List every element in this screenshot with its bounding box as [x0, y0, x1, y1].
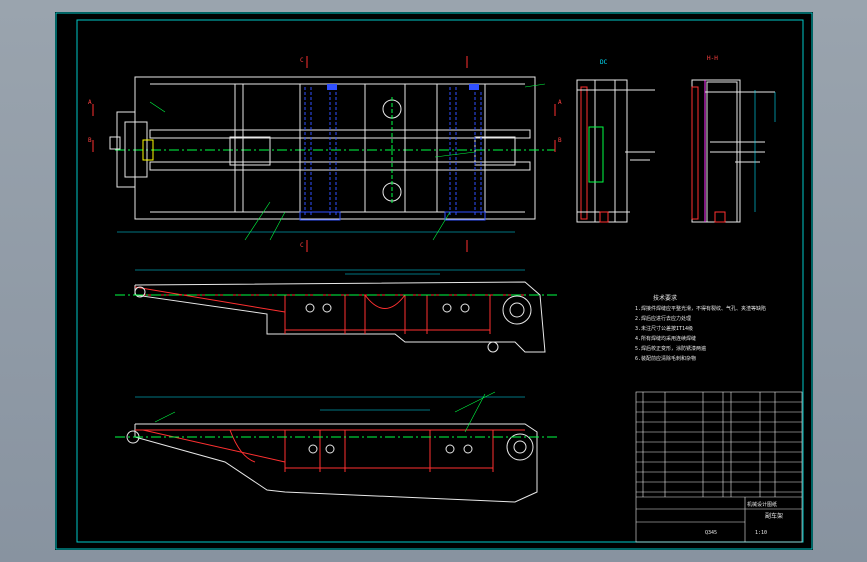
cad-drawing: A B A B C C DC H-H 技术要求 1.焊接件焊缝应平整光滑，不得有…: [55, 12, 813, 550]
section-mark-a-right: A: [558, 99, 562, 106]
note-line-2: 2.焊后应进行去应力处理: [635, 315, 691, 322]
title-block-material: Q345: [705, 530, 717, 536]
section-mark-c-top: C: [300, 57, 304, 64]
title-block-scale: 1:10: [755, 530, 767, 536]
title-block-drawing-name: 副车架: [765, 512, 783, 520]
cad-viewport[interactable]: A B A B C C DC H-H 技术要求 1.焊接件焊缝应平整光滑，不得有…: [0, 0, 867, 562]
note-line-3: 3.未注尺寸公差按IT14级: [635, 325, 693, 332]
section-view-dc: DC: [576, 59, 655, 223]
title-block-company: 机械设计图纸: [747, 501, 777, 508]
detail-label-hh: H-H: [707, 55, 718, 62]
note-line-6: 6.装配前应清除毛刺和杂物: [635, 355, 696, 362]
plan-view: A B A B C C: [88, 56, 562, 252]
note-line-5: 5.焊后校正变形，涂防锈漆两遍: [635, 345, 706, 352]
drawing-sheet: A B A B C C DC H-H 技术要求 1.焊接件焊缝应平整光滑，不得有…: [55, 12, 813, 550]
section-mark-b-left: B: [88, 137, 92, 144]
section-mark-c-bottom: C: [300, 242, 304, 249]
section-mark-a-left: A: [88, 99, 92, 106]
detail-label-dc: DC: [600, 59, 608, 66]
note-line-4: 4.所有焊缝均采用连续焊缝: [635, 335, 696, 342]
inner-border: [76, 19, 804, 543]
note-line-1: 1.焊接件焊缝应平整光滑，不得有裂纹、气孔、夹渣等缺陷: [635, 305, 766, 312]
side-elevation-upper: [115, 269, 560, 353]
outer-border: [55, 12, 813, 550]
section-view-hh: H-H: [691, 55, 776, 223]
section-mark-b-right: B: [558, 137, 562, 144]
side-elevation-lower: [115, 391, 560, 503]
technical-notes: 技术要求 1.焊接件焊缝应平整光滑，不得有裂纹、气孔、夹渣等缺陷 2.焊后应进行…: [635, 294, 766, 362]
notes-title: 技术要求: [653, 294, 677, 302]
